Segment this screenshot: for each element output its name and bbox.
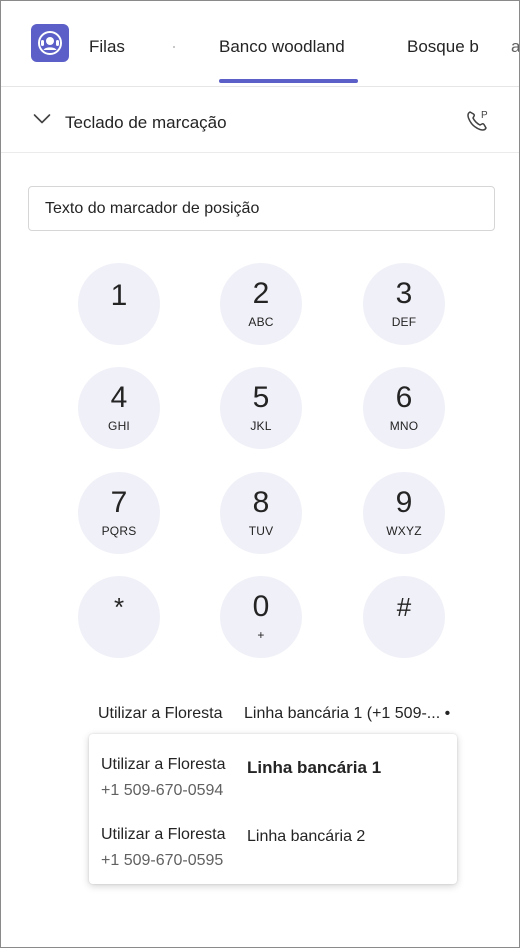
- tab-overflow[interactable]: a: [511, 37, 519, 57]
- headset-person-icon[interactable]: [31, 24, 69, 62]
- tab-forest[interactable]: Bosque b: [407, 37, 479, 57]
- option-number: +1 509-670-0595: [101, 852, 224, 869]
- caller-id-option[interactable]: Utilizar a Floresta Linha bancária 2 +1 …: [89, 804, 457, 874]
- key-digit: 2: [252, 277, 270, 310]
- option-name: Utilizar a Floresta: [101, 756, 226, 773]
- app-window: Filas Banco woodland Bosque b a Teclado …: [0, 0, 520, 948]
- key-digit: *: [113, 592, 125, 622]
- key-letters: GHI: [108, 419, 130, 433]
- key-9[interactable]: 9 WXYZ: [363, 472, 445, 554]
- key-letters: TUV: [248, 524, 274, 538]
- separator-dot: [173, 46, 175, 48]
- key-letters: WXYZ: [386, 524, 422, 538]
- key-letters: +: [257, 628, 265, 642]
- key-hash[interactable]: #: [363, 576, 445, 658]
- key-digit: 0: [252, 590, 270, 623]
- key-digit: 5: [252, 381, 270, 414]
- caller-id-dropdown: Utilizar a Floresta Linha bancária 1 +1 …: [89, 734, 457, 884]
- key-7[interactable]: 7 PQRS: [78, 472, 160, 554]
- key-letters: ABC: [248, 315, 274, 329]
- key-digit: 9: [395, 486, 413, 519]
- key-digit: 3: [395, 277, 413, 310]
- key-digit: 4: [110, 381, 128, 414]
- phone-number-input[interactable]: [28, 186, 495, 231]
- key-2[interactable]: 2 ABC: [220, 263, 302, 345]
- key-digit: 8: [252, 486, 270, 519]
- active-tab-indicator: [219, 79, 358, 83]
- caller-id-option[interactable]: Utilizar a Floresta Linha bancária 1 +1 …: [89, 734, 457, 804]
- key-digit: #: [396, 592, 412, 622]
- tab-queues[interactable]: Filas: [89, 37, 125, 57]
- key-8[interactable]: 8 TUV: [220, 472, 302, 554]
- key-3[interactable]: 3 DEF: [363, 263, 445, 345]
- key-6[interactable]: 6 MNO: [363, 367, 445, 449]
- option-name: Utilizar a Floresta: [101, 826, 226, 843]
- key-star[interactable]: *: [78, 576, 160, 658]
- key-letters: PQRS: [101, 524, 137, 538]
- key-letters: DEF: [391, 315, 417, 329]
- option-number: +1 509-670-0594: [101, 782, 224, 799]
- caller-id-name: Utilizar a Floresta: [98, 705, 223, 722]
- key-5[interactable]: 5 JKL: [220, 367, 302, 449]
- option-line: Linha bancária 2: [247, 828, 366, 845]
- dialpad-title: Teclado de marcação: [65, 113, 227, 132]
- key-0[interactable]: 0 +: [220, 576, 302, 658]
- caller-id-line: Linha bancária 1 (+1 509-... •: [244, 705, 451, 722]
- dialpad-header[interactable]: Teclado de marcação P: [1, 87, 519, 153]
- key-letters: MNO: [389, 419, 419, 433]
- svg-text:P: P: [481, 110, 488, 121]
- key-4[interactable]: 4 GHI: [78, 367, 160, 449]
- key-digit: 1: [110, 279, 128, 312]
- option-line: Linha bancária 1: [247, 758, 382, 777]
- caller-id-selector[interactable]: Utilizar a Floresta Linha bancária 1 (+1 …: [98, 705, 450, 723]
- key-1[interactable]: 1: [78, 263, 160, 345]
- key-digit: 7: [110, 486, 128, 519]
- tab-header: Filas Banco woodland Bosque b a: [1, 1, 519, 87]
- phone-park-icon[interactable]: P: [463, 107, 491, 135]
- chevron-down-icon[interactable]: [33, 113, 51, 125]
- tab-bank-woodland[interactable]: Banco woodland: [219, 37, 345, 57]
- key-digit: 6: [395, 381, 413, 414]
- key-letters: JKL: [250, 419, 272, 433]
